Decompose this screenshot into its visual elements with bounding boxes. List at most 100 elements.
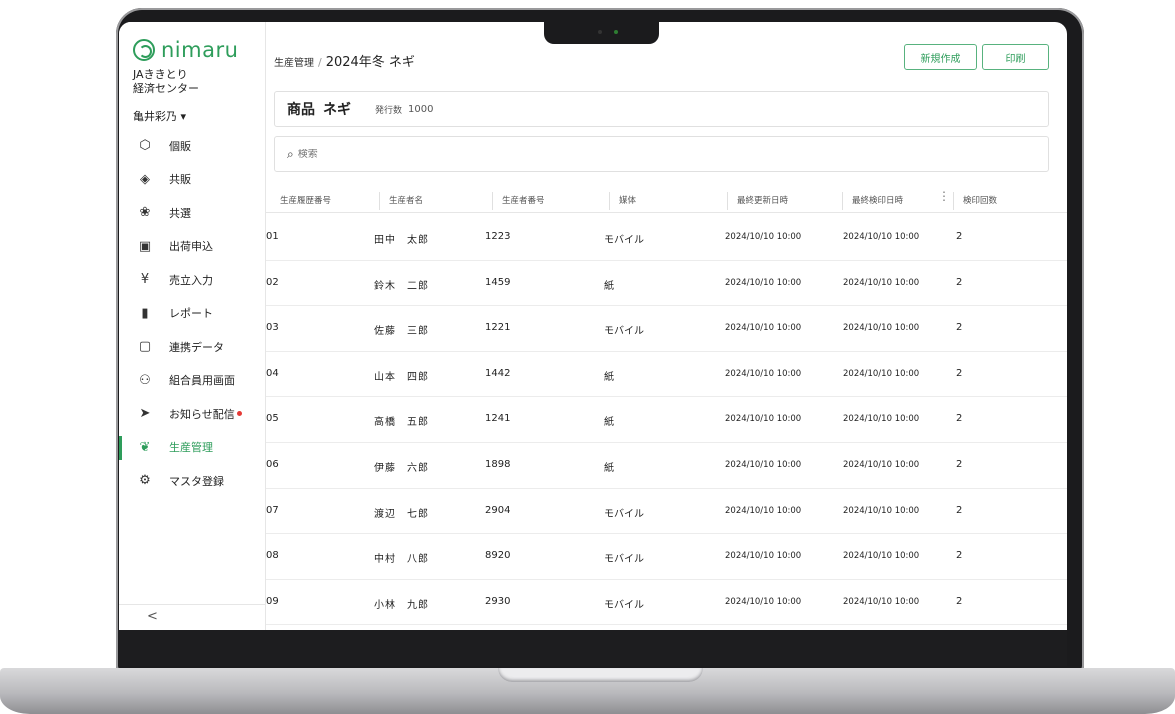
sidebar-item-label: 組合員用画面 — [169, 374, 235, 388]
laptop-opening-groove — [498, 668, 703, 682]
table-cell: 鈴木 二郎 — [374, 280, 429, 292]
column-menu-icon[interactable]: ⋮ — [938, 190, 950, 202]
sidebar-item-7[interactable]: ⚇ 組合員用画面 — [119, 364, 266, 398]
sidebar-item-2[interactable]: ❀ 共選 — [119, 196, 266, 230]
camera-notch — [544, 21, 659, 44]
table-row[interactable]: 05 高橋 五郎 1241 紙 2024/10/10 10:00 2024/10/10 1… — [266, 397, 1067, 443]
sidebar-item-label: 共販 — [169, 173, 191, 187]
table-row[interactable]: 08 中村 八郎 8920 モバイル 2024/10/10 10:00 2024/10/1… — [266, 534, 1067, 580]
table-cell: 2024/10/10 10:00 — [725, 323, 802, 334]
column-header[interactable]: 媒体 — [609, 192, 636, 211]
table-cell: 07 — [266, 504, 279, 516]
sidebar-item-9[interactable]: ❦ 生産管理 — [119, 431, 266, 465]
table-cell: 2024/10/10 10:00 — [725, 551, 802, 562]
sidebar-item-1[interactable]: ◈ 共販 — [119, 163, 266, 197]
table-row[interactable]: 07 渡辺 七郎 2904 モバイル 2024/10/10 10:00 2024/10/1… — [266, 489, 1067, 535]
table-cell: 佐藤 三郎 — [374, 326, 429, 338]
sidebar-item-label: レポート — [169, 307, 213, 321]
org-line-1: JAききとり — [133, 68, 188, 81]
sidebar-item-label: マスタ登録 — [169, 474, 224, 488]
column-header[interactable]: 検印回数 — [953, 192, 997, 211]
table-cell: 紙 — [604, 462, 614, 474]
sidebar-item-label: 生産管理 — [169, 441, 213, 455]
column-header[interactable]: 生産者名 — [379, 192, 423, 211]
table-cell: 2 — [956, 595, 963, 607]
table-cell: 04 — [266, 367, 279, 379]
sidebar-item-5[interactable]: ▮ レポート — [119, 297, 266, 331]
sidebar-item-label: 共選 — [169, 206, 191, 220]
user-menu[interactable]: 亀井彩乃 ▾ — [133, 108, 186, 124]
table-row[interactable]: 06 伊藤 六郎 1898 紙 2024/10/10 10:00 2024/10/10 1… — [266, 443, 1067, 489]
table-cell: 2 — [956, 231, 963, 242]
sidebar-item-label: 個販 — [169, 139, 191, 153]
table-cell: モバイル — [604, 599, 644, 611]
table-cell: 高橋 五郎 — [374, 417, 429, 429]
table-cell: 1223 — [485, 231, 511, 242]
table-cell: 2930 — [485, 595, 511, 607]
column-header[interactable]: 生産者番号 — [492, 192, 545, 211]
table-cell: 2904 — [485, 504, 511, 516]
organization-name: JAききとり 経済センター — [133, 68, 199, 95]
sidebar-item-label: 売立入力 — [169, 273, 213, 287]
calendar-icon: ▣ — [138, 238, 152, 254]
settings-icon: ⚙ — [139, 473, 151, 489]
table-row[interactable]: 01 田中 太郎 1223 モバイル 2024/10/10 10:00 2024/10/1… — [266, 215, 1067, 261]
table-cell: 01 — [266, 231, 279, 242]
table-cell: 2024/10/10 10:00 — [843, 596, 920, 607]
sidebar-item-8[interactable]: ➤ お知らせ配信 — [119, 397, 266, 431]
table-cell: 2 — [956, 367, 963, 379]
members-icon: ⚇ — [139, 372, 151, 388]
column-header[interactable]: 最終検印日時 — [842, 192, 903, 211]
brand-name: nimaru — [161, 38, 239, 62]
send-icon: ➤ — [139, 406, 151, 422]
table-row[interactable]: 09 小林 九郎 2930 モバイル 2024/10/10 10:00 2024/10/1… — [266, 580, 1067, 626]
table-row[interactable]: 02 鈴木 二郎 1459 紙 2024/10/10 10:00 2024/10/10 1… — [266, 261, 1067, 307]
table-cell: 2024/10/10 10:00 — [725, 459, 802, 470]
print-button[interactable]: 印刷 — [982, 44, 1049, 70]
product-info-box: 商品 ネギ 発行数 1000 — [274, 91, 1049, 127]
laptop-base — [0, 668, 1175, 714]
table-cell: 2024/10/10 10:00 — [843, 551, 920, 562]
brand-logo[interactable]: nimaru — [133, 38, 238, 62]
issued-count-label: 発行数 — [375, 105, 403, 116]
breadcrumb-parent-link[interactable]: 生産管理 — [274, 58, 314, 69]
table-body: 01 田中 太郎 1223 モバイル 2024/10/10 10:00 2024/10/1… — [266, 215, 1067, 626]
sidebar-item-10[interactable]: ⚙ マスタ登録 — [119, 464, 266, 498]
table-row[interactable]: 04 山本 四郎 1442 紙 2024/10/10 10:00 2024/10/10 1… — [266, 352, 1067, 398]
sidebar-item-label: 連携データ — [169, 340, 224, 354]
sidebar-item-label: お知らせ配信 — [169, 407, 235, 421]
table-cell: 2024/10/10 10:00 — [725, 232, 802, 242]
bar-chart-icon: ▮ — [141, 305, 149, 321]
table-cell: 2024/10/10 10:00 — [843, 414, 920, 425]
column-header[interactable]: 最終更新日時 — [727, 192, 788, 211]
table-cell: 2024/10/10 10:00 — [843, 277, 920, 288]
collapse-sidebar-button[interactable]: < — [119, 604, 266, 630]
main-content: 生産管理/2024年冬 ネギ 新規作成 印刷 商品 ネギ 発行数 1000 ⌕ … — [266, 22, 1067, 630]
search-input[interactable] — [297, 148, 998, 160]
new-button[interactable]: 新規作成 — [904, 44, 977, 70]
product-name: ネギ — [323, 102, 351, 118]
table-cell: 2 — [956, 322, 963, 334]
table-cell: 紙 — [604, 417, 614, 429]
table-cell: 2024/10/10 10:00 — [725, 368, 802, 379]
sidebar-item-6[interactable]: ▢ 連携データ — [119, 330, 266, 364]
sidebar-item-3[interactable]: ▣ 出荷申込 — [119, 230, 266, 264]
yen-icon: ¥ — [140, 272, 150, 288]
table-cell: 1442 — [485, 367, 511, 379]
table-cell: モバイル — [604, 235, 644, 246]
table-cell: 2 — [956, 276, 963, 288]
table-cell: 2024/10/10 10:00 — [843, 323, 920, 334]
product-label: 商品 — [287, 102, 315, 118]
table-cell: 1241 — [485, 413, 511, 425]
table-cell: 08 — [266, 550, 279, 562]
column-header[interactable]: 生産履歴番号 — [270, 195, 331, 211]
sidebar-item-0[interactable]: ⬡ 個販 — [119, 129, 266, 163]
table-cell: モバイル — [604, 508, 644, 520]
table-cell: 2024/10/10 10:00 — [843, 505, 920, 516]
sidebar-item-4[interactable]: ¥ 売立入力 — [119, 263, 266, 297]
org-line-2: 経済センター — [133, 81, 199, 95]
table-row[interactable]: 03 佐藤 三郎 1221 モバイル 2024/10/10 10:00 2024/10/1… — [266, 306, 1067, 352]
laptop-frame: nimaru JAききとり 経済センター 亀井彩乃 ▾ ⬡ 個販 ◈ 共販 ❀ 共選 ▣ 出荷… — [0, 0, 1175, 714]
sprout-icon: ❦ — [139, 439, 151, 455]
table-cell: 紙 — [604, 280, 614, 292]
